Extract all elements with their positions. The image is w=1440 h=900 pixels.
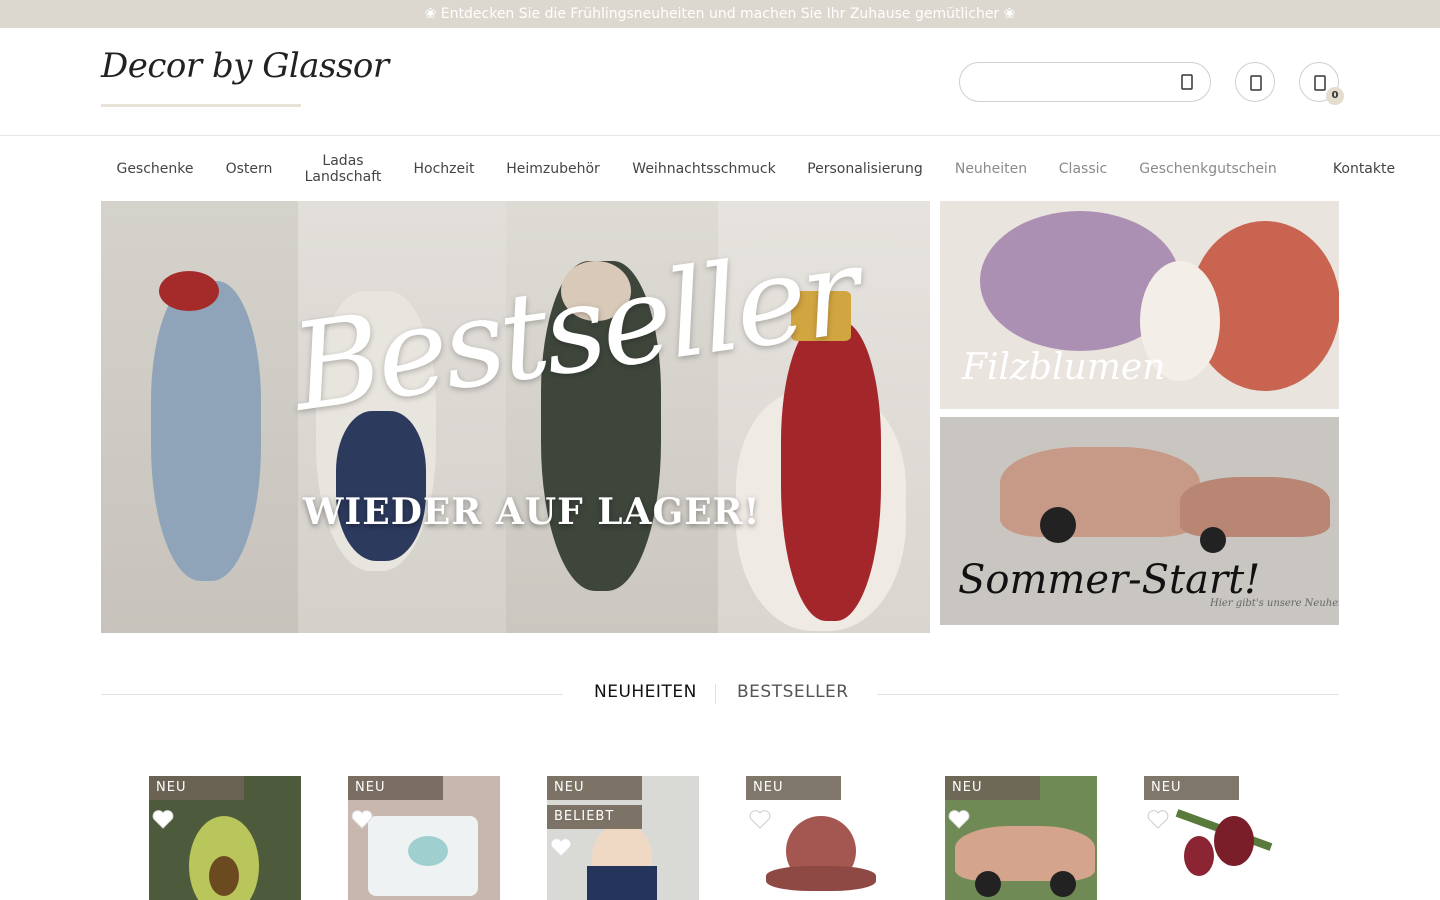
product-card[interactable]: NEU [945,776,1097,900]
ornament-image [336,411,426,561]
heart-icon[interactable] [350,808,374,830]
side-banner-felt-flowers[interactable]: Filzblumen [940,201,1339,409]
nav-item-kontakte[interactable]: Kontakte [1325,137,1403,201]
badge-new: NEU [945,776,1040,800]
heart-icon[interactable] [1146,808,1170,830]
tab-separator [715,684,716,704]
nav-item-geschenke[interactable]: Geschenke [101,137,209,201]
ornament-image [151,281,261,581]
product-tabs: NEUHEITEN BESTSELLER [101,672,1339,716]
tab-neuheiten[interactable]: NEUHEITEN [594,682,697,702]
heart-icon[interactable] [748,808,772,830]
main-nav: Geschenke Ostern Ladas Landschaft Hochze… [101,137,1440,201]
product-image [587,866,657,900]
heart-icon[interactable] [549,836,573,858]
badge-new: NEU [547,776,642,800]
product-card[interactable]: NEU BELIEBT [547,776,699,900]
announcement-text: ❀ Entdecken Sie die Frühlingsneuheiten u… [424,6,1016,22]
product-image [209,856,239,896]
badge-new: NEU [746,776,841,800]
product-image [766,866,876,891]
banner-image [1040,507,1076,543]
banner-image [1000,447,1200,537]
hero-banner[interactable]: Bestseller WIEDER AUF LAGER! [101,201,930,633]
search-icon[interactable] [1178,73,1196,91]
tab-bestseller[interactable]: BESTSELLER [737,682,849,702]
badge-new: NEU [348,776,443,800]
nav-item-classic[interactable]: Classic [1051,137,1115,201]
account-button[interactable] [1235,62,1275,102]
logo-text: Decor by Glassor [101,46,389,86]
product-card[interactable]: NEU [746,776,898,900]
product-card[interactable]: NEU [149,776,301,900]
product-image [408,836,448,866]
cart-count-badge: 0 [1326,87,1344,105]
heart-icon[interactable] [947,808,971,830]
cart-icon [1314,75,1326,91]
search-input[interactable] [976,71,1176,93]
ornament-image [159,271,219,311]
product-image [975,871,1001,897]
account-icon [1250,75,1262,91]
cart-button[interactable]: 0 [1299,62,1344,105]
announcement-bar: ❀ Entdecken Sie die Frühlingsneuheiten u… [0,0,1440,28]
search-box[interactable] [959,62,1211,102]
badge-new: NEU [1144,776,1239,800]
site-header: Decor by Glassor 0 [0,28,1440,136]
banner-image [1200,527,1226,553]
nav-item-geschenkgutschein[interactable]: Geschenkgutschein [1131,137,1285,201]
logo[interactable]: Decor by Glassor [101,42,389,118]
banner-image [1180,477,1330,537]
divider [101,694,563,695]
nav-item-neuheiten[interactable]: Neuheiten [947,137,1035,201]
product-image [1050,871,1076,897]
product-card[interactable]: NEU [348,776,500,900]
side-banner-label: Filzblumen [962,347,1166,388]
side-banner-summer-start[interactable]: Sommer-Start! Hier gibt's unsere Neuheit… [940,417,1339,625]
product-card[interactable]: NEU [1144,776,1296,900]
product-image [1184,836,1214,876]
heart-icon[interactable] [151,808,175,830]
side-banner-caption: Hier gibt's unsere Neuheiten [1210,598,1339,609]
nav-item-weihnachtsschmuck[interactable]: Weihnachtsschmuck [623,137,785,201]
badge-popular: BELIEBT [547,805,642,829]
side-banner-label: Sommer-Start! [958,557,1261,603]
nav-item-heimzubehoer[interactable]: Heimzubehör [495,137,611,201]
nav-item-hochzeit[interactable]: Hochzeit [401,137,487,201]
product-image [955,826,1095,881]
nav-item-personalisierung[interactable]: Personalisierung [799,137,931,201]
product-image [1214,816,1254,866]
hero-subtitle: WIEDER AUF LAGER! [303,491,761,533]
nav-item-ladas-landschaft[interactable]: Ladas Landschaft [297,137,389,201]
nav-item-ostern[interactable]: Ostern [213,137,285,201]
badge-new: NEU [149,776,244,800]
divider [877,694,1339,695]
logo-underline [101,104,301,107]
